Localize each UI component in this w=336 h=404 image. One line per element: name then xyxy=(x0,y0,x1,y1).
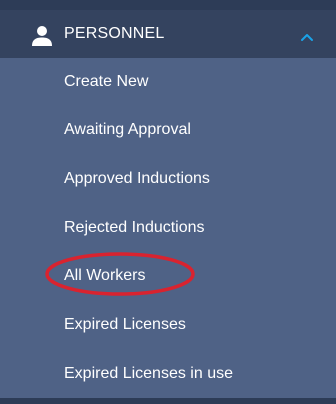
person-icon xyxy=(31,25,53,47)
section-title: PERSONNEL xyxy=(64,25,165,42)
menu-item-create-new[interactable]: Create New xyxy=(64,71,148,93)
top-divider xyxy=(0,0,336,10)
menu-item-approved-inductions[interactable]: Approved Inductions xyxy=(64,168,210,190)
chevron-up-icon[interactable] xyxy=(299,30,315,42)
menu-item-expired-licenses-in-use[interactable]: Expired Licenses in use xyxy=(64,363,233,385)
menu-item-expired-licenses[interactable]: Expired Licenses xyxy=(64,314,186,336)
personnel-section-header[interactable]: PERSONNEL xyxy=(0,10,336,58)
menu-item-awaiting-approval[interactable]: Awaiting Approval xyxy=(64,119,191,141)
bottom-divider xyxy=(0,398,336,404)
sidebar-nav: PERSONNEL Create New Awaiting Approval A… xyxy=(0,0,336,404)
menu-item-rejected-inductions[interactable]: Rejected Inductions xyxy=(64,217,205,239)
menu-item-all-workers[interactable]: All Workers xyxy=(64,265,146,287)
personnel-submenu: Create New Awaiting Approval Approved In… xyxy=(0,58,336,398)
